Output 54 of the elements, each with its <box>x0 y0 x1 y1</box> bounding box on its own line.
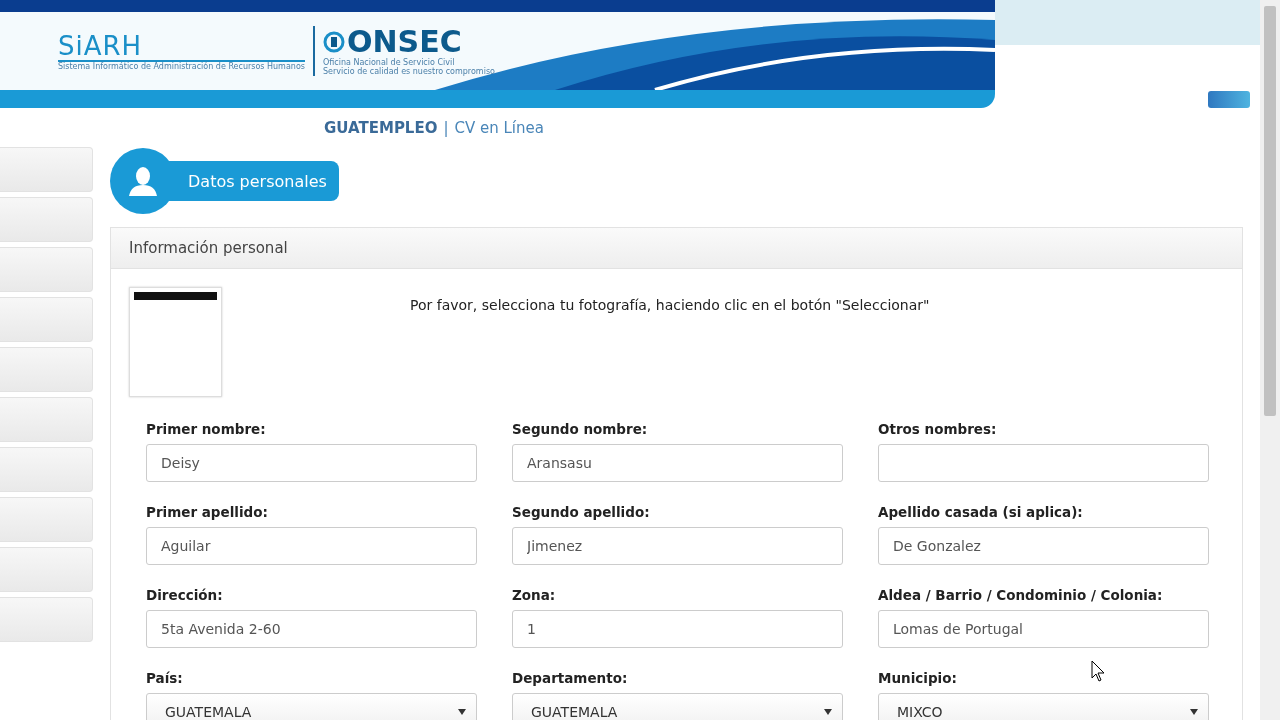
brand-link[interactable]: GUATEMPLEO <box>324 119 438 137</box>
onsec-subtitle: Oficina Nacional de Servicio Civil <box>322 58 456 67</box>
input-field[interactable]: Jimenez <box>512 527 843 565</box>
sidebar-button[interactable] <box>0 347 93 392</box>
select-field[interactable]: GUATEMALA <box>512 693 843 720</box>
sidebar-button[interactable] <box>0 597 93 642</box>
field-label: Primer apellido: <box>146 504 268 520</box>
onsec-tagline: Servicio de calidad es nuestro compromiso <box>322 67 495 76</box>
section-title: Datos personales <box>166 161 339 201</box>
input-field[interactable]: 5ta Avenida 2-60 <box>146 610 477 648</box>
field-label: Departamento: <box>512 670 628 686</box>
sidebar-button[interactable] <box>0 497 93 542</box>
field-label: Municipio: <box>878 670 957 686</box>
field-label: Zona: <box>512 587 556 603</box>
select-field[interactable]: GUATEMALA <box>146 693 477 720</box>
field-label: Dirección: <box>146 587 223 603</box>
field-label: Segundo nombre: <box>512 421 648 437</box>
sidebar-button[interactable] <box>0 547 93 592</box>
field-label: Primer nombre: <box>146 421 266 437</box>
input-field[interactable]: Aguilar <box>146 527 477 565</box>
select-field[interactable]: MIXCO <box>878 693 1209 720</box>
field-label: Apellido casada (si aplica): <box>878 504 1083 520</box>
field-label: Aldea / Barrio / Condominio / Colonia: <box>878 587 1163 603</box>
photo-frame[interactable] <box>129 287 222 397</box>
sidebar-button[interactable] <box>0 297 93 342</box>
tab-button[interactable] <box>1208 90 1250 108</box>
input-field[interactable]: Aransasu <box>512 444 843 482</box>
input-field[interactable] <box>878 444 1209 482</box>
photo-prompt: Por favor, selecciona tu fotografía, haciendo clic en el botón "Seleccionar" <box>410 297 930 315</box>
siarh-logo: SiARH <box>58 31 305 62</box>
caret-icon <box>1190 709 1198 715</box>
scrollbar-thumb[interactable] <box>1264 6 1276 416</box>
field-label: Otros nombres: <box>878 421 997 437</box>
sidebar-button[interactable] <box>0 147 93 192</box>
input-field[interactable]: De Gonzalez <box>878 527 1209 565</box>
building-icon <box>322 31 345 53</box>
field-label: Segundo apellido: <box>512 504 650 520</box>
sidebar-button[interactable] <box>0 397 93 442</box>
section-link[interactable]: CV en Línea <box>454 119 544 137</box>
input-field[interactable]: 1 <box>512 610 843 648</box>
input-field[interactable]: Lomas de Portugal <box>878 610 1209 648</box>
caret-icon <box>824 709 832 715</box>
sidebar-button[interactable] <box>0 197 93 242</box>
separator: | <box>443 119 449 137</box>
onsec-logo: ONSEC <box>346 26 462 58</box>
siarh-subtitle: Sistema Informático de Administración de Recursos Humanos <box>58 61 305 71</box>
field-label: País: <box>146 670 183 686</box>
person-icon <box>127 166 159 196</box>
panel-title: Información personal <box>111 228 1242 269</box>
cursor-icon <box>1091 660 1105 682</box>
sidebar-button[interactable] <box>0 447 93 492</box>
input-field[interactable]: Deisy <box>146 444 477 482</box>
caret-icon <box>458 709 466 715</box>
sidebar-button[interactable] <box>0 247 93 292</box>
